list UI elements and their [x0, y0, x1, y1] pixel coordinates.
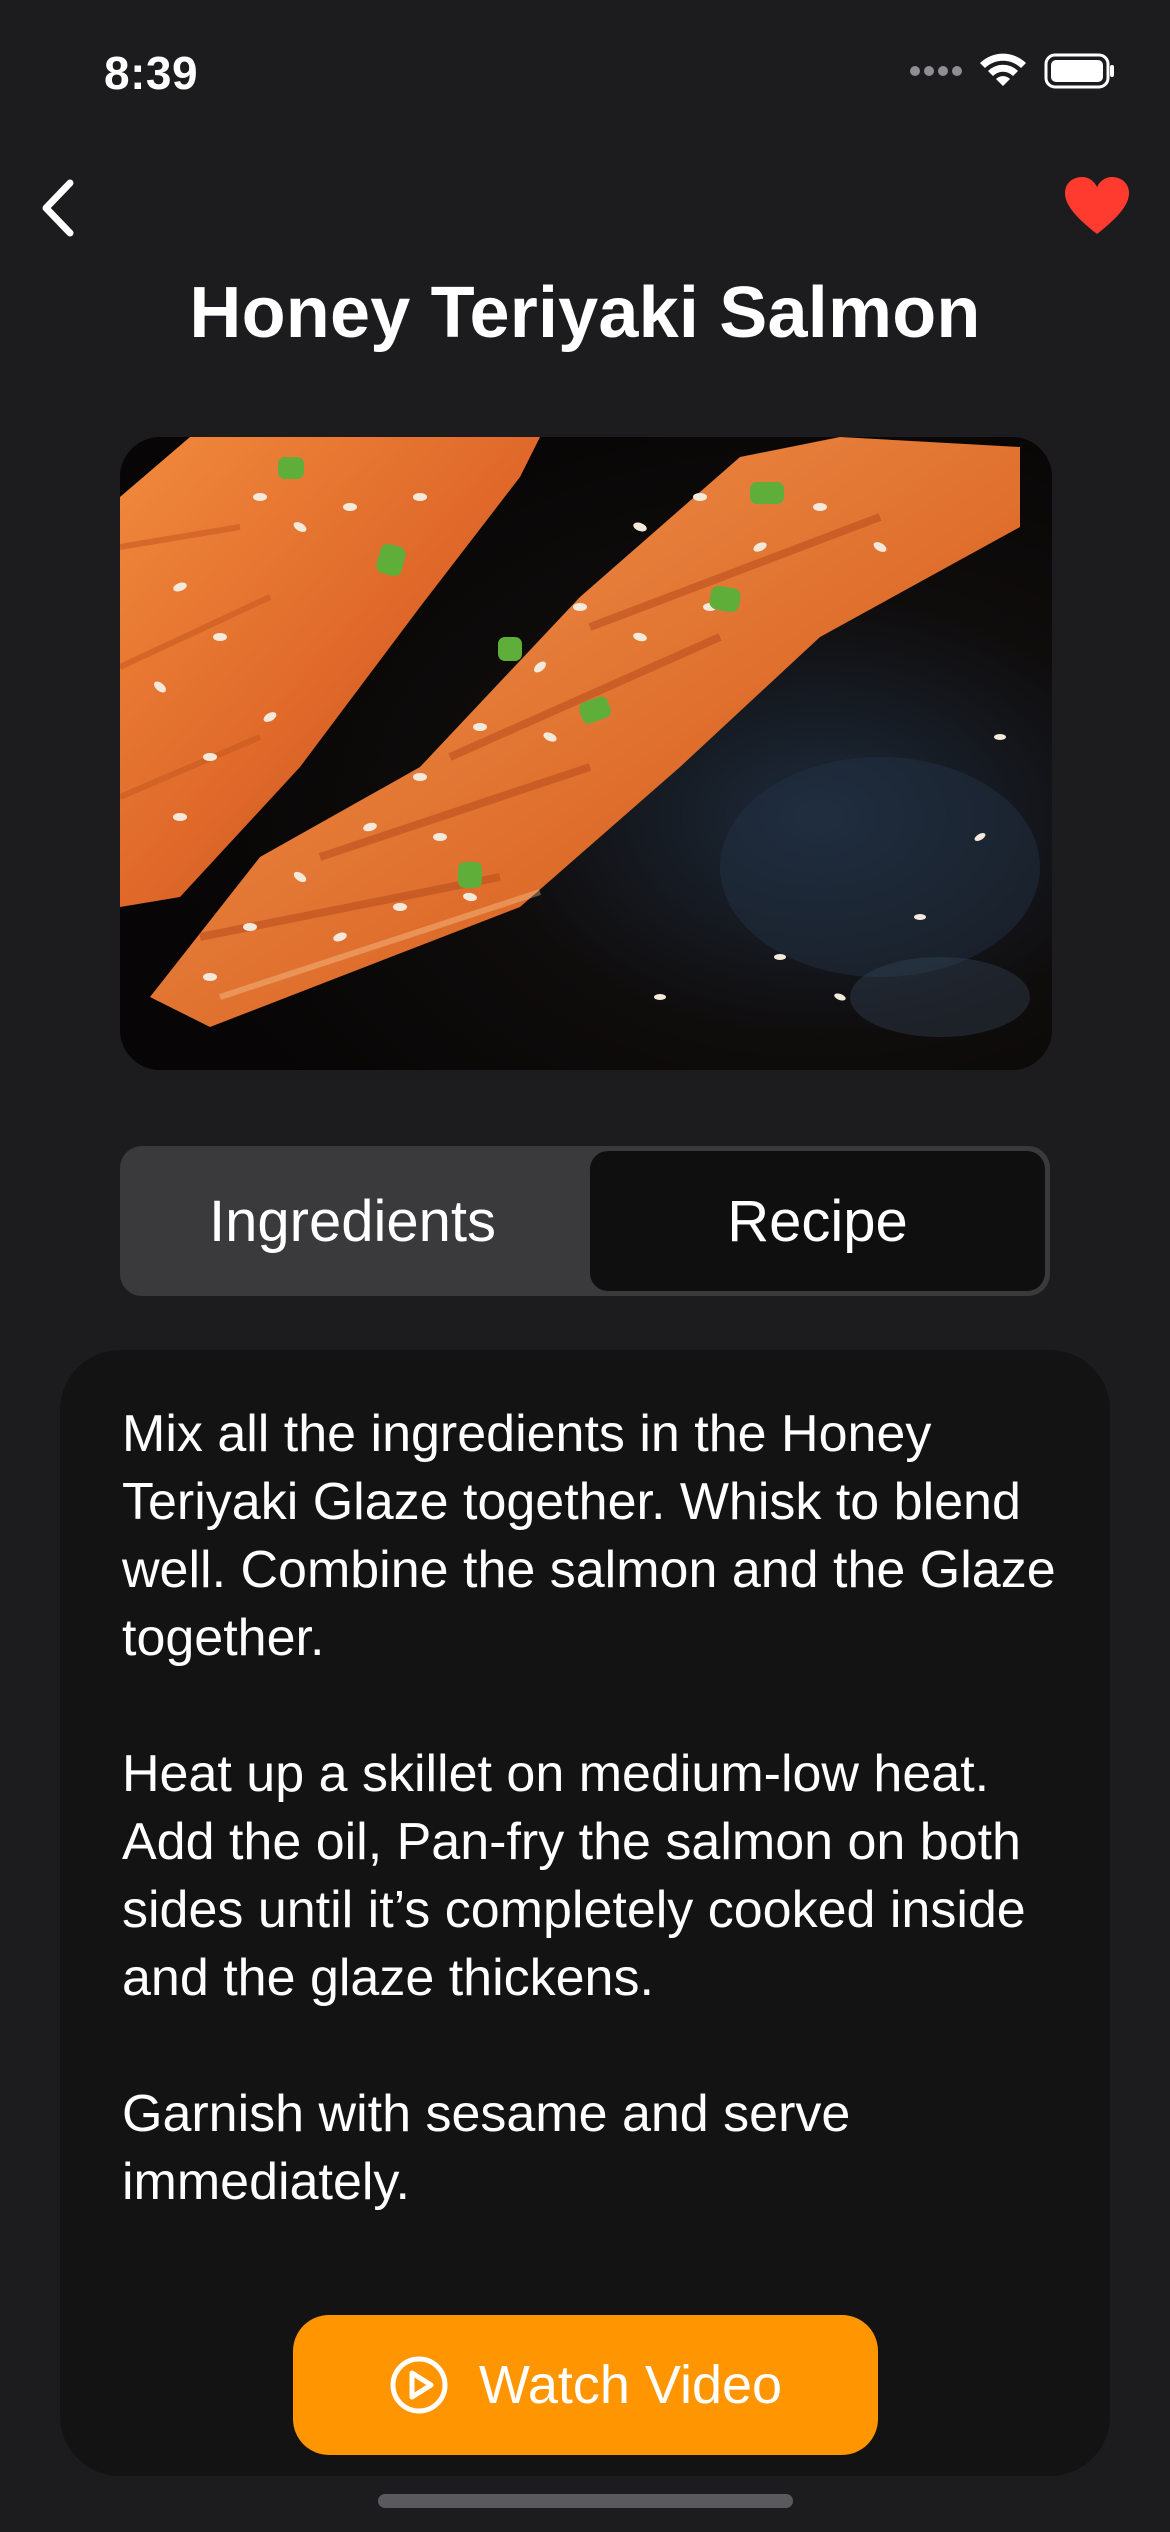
back-button[interactable]	[18, 170, 98, 250]
tab-ingredients[interactable]: Ingredients	[120, 1146, 585, 1296]
wifi-icon	[978, 52, 1028, 90]
play-circle-icon	[389, 2355, 449, 2415]
favorite-button[interactable]	[1052, 168, 1142, 248]
recipe-title: Honey Teriyaki Salmon	[189, 273, 981, 353]
chevron-left-icon	[38, 177, 78, 244]
instruction-step: Heat up a skillet on medium-low heat. Ad…	[122, 1745, 1026, 2007]
status-bar: 8:39	[0, 0, 1170, 140]
watch-video-button[interactable]: Watch Video	[293, 2315, 878, 2455]
instruction-step: Mix all the ingredients in the Honey Ter…	[122, 1405, 1056, 1667]
watch-video-label: Watch Video	[478, 2355, 783, 2415]
heart-icon	[1064, 176, 1130, 241]
instruction-step: Garnish with sesame and serve immediatel…	[122, 2085, 851, 2211]
status-icons	[910, 52, 1116, 90]
home-indicator[interactable]	[378, 2494, 793, 2508]
instructions-text: Mix all the ingredients in the Honey Ter…	[122, 1400, 1062, 2284]
tab-recipe[interactable]: Recipe	[590, 1151, 1045, 1291]
instructions-card: Mix all the ingredients in the Honey Ter…	[60, 1350, 1110, 2476]
status-time: 8:39	[104, 47, 199, 99]
recipe-image	[120, 437, 1052, 1070]
cellular-icon	[910, 64, 962, 78]
battery-icon	[1044, 53, 1116, 89]
segmented-control: Ingredients Recipe	[120, 1146, 1050, 1296]
